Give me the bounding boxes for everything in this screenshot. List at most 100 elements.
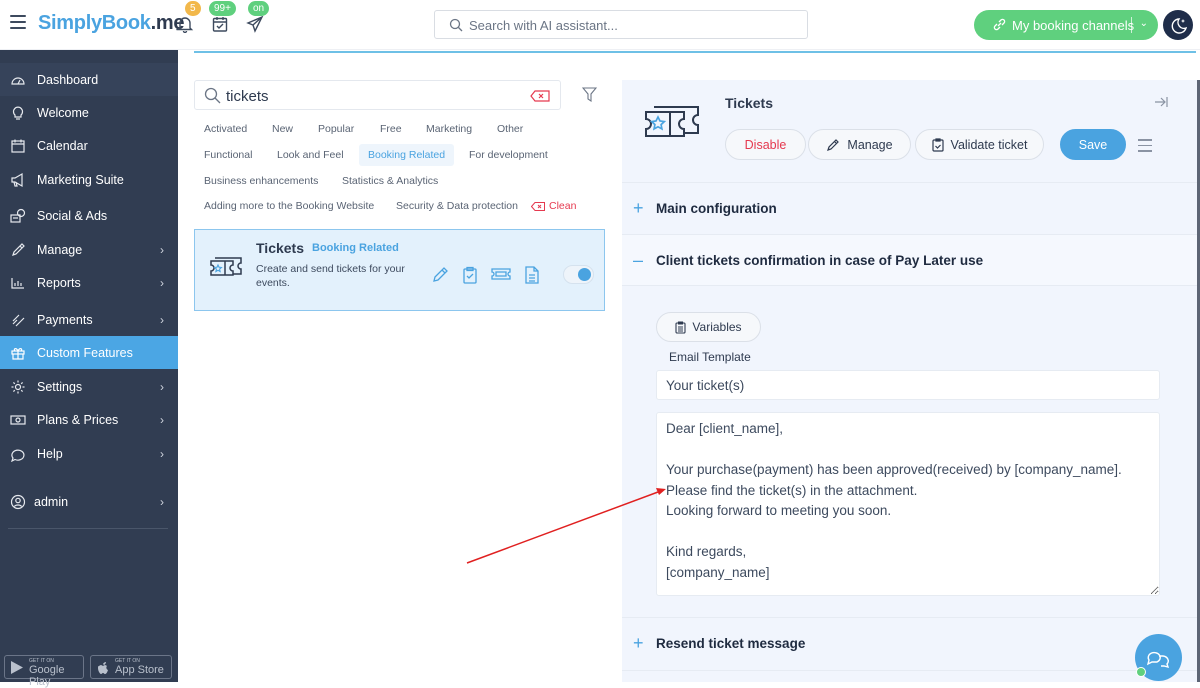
clipboard-check-icon xyxy=(931,137,944,152)
sidebar-divider xyxy=(8,528,168,529)
email-subject-input[interactable] xyxy=(656,370,1160,400)
ticket-icon xyxy=(645,106,699,137)
email-template-label: Email Template xyxy=(669,350,751,364)
feature-detail-panel: Tickets Disable Manage Validate ticket S… xyxy=(622,80,1200,682)
sidebar-item-welcome[interactable]: Welcome xyxy=(0,96,178,129)
bar-chart-icon xyxy=(10,275,26,291)
paper-plane-icon[interactable] xyxy=(246,15,264,33)
sidebar-item-calendar[interactable]: Calendar xyxy=(0,129,178,162)
edit-pencil-icon[interactable] xyxy=(431,266,449,284)
pencil-icon xyxy=(827,138,840,151)
booking-channels-button[interactable]: My booking channels ⌄ xyxy=(974,10,1158,40)
feature-toggle[interactable] xyxy=(563,265,594,284)
clear-search-icon[interactable] xyxy=(530,90,550,102)
chevron-right-icon: › xyxy=(160,312,164,327)
google-play-badge[interactable]: GET IT ON Google Play xyxy=(4,655,84,688)
clean-filters-button[interactable]: Clean xyxy=(523,195,585,217)
tag-marketing[interactable]: Marketing xyxy=(417,118,481,140)
moon-icon xyxy=(1171,18,1188,34)
chevron-right-icon: › xyxy=(160,242,164,257)
chat-bubbles-icon xyxy=(1146,651,1169,668)
sidebar-item-custom-features[interactable]: Custom Features xyxy=(0,336,178,369)
tag-popular[interactable]: Popular xyxy=(309,118,363,140)
search-icon xyxy=(204,87,221,104)
sidebar-item-social-ads[interactable]: Social & Ads xyxy=(0,199,178,232)
section-main-configuration[interactable]: + Main configuration xyxy=(622,182,1197,233)
sidebar-item-marketing-suite[interactable]: Marketing Suite xyxy=(0,163,178,196)
validate-ticket-button[interactable]: Validate ticket xyxy=(915,129,1044,160)
filter-icon[interactable] xyxy=(582,87,597,102)
app-store-badge[interactable]: GET IT ON App Store xyxy=(90,655,172,679)
gear-icon xyxy=(10,379,26,395)
publish-status-badge: on xyxy=(248,1,270,16)
collapse-panel-icon[interactable] xyxy=(1154,96,1168,108)
email-body-textarea[interactable] xyxy=(656,412,1160,596)
tag-new[interactable]: New xyxy=(263,118,302,140)
ticket-icon xyxy=(210,257,242,276)
link-icon xyxy=(993,18,1006,31)
sidebar-item-reports[interactable]: Reports › xyxy=(0,266,178,299)
notifications-badge: 5 xyxy=(185,1,201,16)
feature-card-tickets[interactable]: Tickets Booking Related Create and send … xyxy=(194,229,605,311)
disable-button[interactable]: Disable xyxy=(725,129,806,160)
sidebar-item-admin[interactable]: admin › xyxy=(0,485,178,518)
chevron-down-icon[interactable]: ⌄ xyxy=(1140,18,1148,29)
dashboard-icon xyxy=(10,72,26,88)
chevron-right-icon: › xyxy=(160,446,164,461)
clipboard-list-icon xyxy=(675,320,686,334)
hamburger-menu-icon[interactable] xyxy=(10,15,26,29)
tag-for-development[interactable]: For development xyxy=(460,144,557,166)
clear-icon xyxy=(531,202,545,211)
sidebar-item-dashboard[interactable]: Dashboard xyxy=(0,63,178,96)
sidebar-item-plans-prices[interactable]: Plans & Prices › xyxy=(0,403,178,436)
document-icon[interactable] xyxy=(525,266,539,284)
gift-icon xyxy=(10,345,26,361)
tag-other[interactable]: Other xyxy=(488,118,532,140)
dark-mode-toggle[interactable] xyxy=(1163,10,1193,40)
tag-business-enhancements[interactable]: Business enhancements xyxy=(195,170,327,192)
tag-adding-more-booking-website[interactable]: Adding more to the Booking Website xyxy=(195,195,383,217)
chevron-right-icon: › xyxy=(160,412,164,427)
bell-icon[interactable] xyxy=(176,15,194,33)
tag-free[interactable]: Free xyxy=(371,118,411,140)
chevron-right-icon: › xyxy=(160,275,164,290)
apple-icon xyxy=(98,662,108,674)
section-resend-ticket-message[interactable]: + Resend ticket message xyxy=(622,618,1197,669)
payments-icon xyxy=(10,312,26,328)
chevron-right-icon: › xyxy=(160,379,164,394)
sidebar: Dashboard Welcome Calendar Marketing Sui… xyxy=(0,50,178,688)
main-content: Activated New Popular Free Marketing Oth… xyxy=(178,50,1200,682)
ai-search-input[interactable] xyxy=(469,15,789,35)
tag-activated[interactable]: Activated xyxy=(195,118,256,140)
calendar-check-icon[interactable] xyxy=(211,15,229,33)
tag-security-data-protection[interactable]: Security & Data protection xyxy=(387,195,527,217)
megaphone-icon xyxy=(10,172,26,188)
chat-bubble-icon xyxy=(10,446,26,462)
manage-button[interactable]: Manage xyxy=(808,129,911,160)
section-pay-later-confirmation[interactable]: – Client tickets confirmation in case of… xyxy=(622,234,1197,285)
more-menu-icon[interactable] xyxy=(1138,139,1152,156)
clipboard-check-icon[interactable] xyxy=(462,266,478,284)
plus-icon: + xyxy=(633,197,644,218)
sidebar-item-payments[interactable]: Payments › xyxy=(0,303,178,336)
tag-look-and-feel[interactable]: Look and Feel xyxy=(268,144,353,166)
tag-booking-related[interactable]: Booking Related xyxy=(359,144,455,166)
sidebar-item-manage[interactable]: Manage › xyxy=(0,233,178,266)
user-icon xyxy=(10,494,26,510)
money-icon xyxy=(10,412,26,428)
save-button[interactable]: Save xyxy=(1060,129,1126,160)
lightbulb-icon xyxy=(10,105,26,121)
tag-statistics-analytics[interactable]: Statistics & Analytics xyxy=(333,170,447,192)
plus-icon: + xyxy=(633,633,644,653)
online-status-dot xyxy=(1136,667,1146,677)
ai-search-box[interactable] xyxy=(434,10,808,39)
google-play-icon xyxy=(11,661,23,674)
tag-functional[interactable]: Functional xyxy=(195,144,261,166)
sidebar-item-settings[interactable]: Settings › xyxy=(0,370,178,403)
variables-button[interactable]: Variables xyxy=(656,312,761,342)
ticket-outline-icon[interactable] xyxy=(491,266,511,282)
sidebar-item-help[interactable]: Help › xyxy=(0,437,178,470)
logo[interactable]: SimplyBook.me xyxy=(38,12,184,35)
feature-search-box[interactable] xyxy=(194,80,561,110)
feature-search-input[interactable] xyxy=(226,86,516,106)
